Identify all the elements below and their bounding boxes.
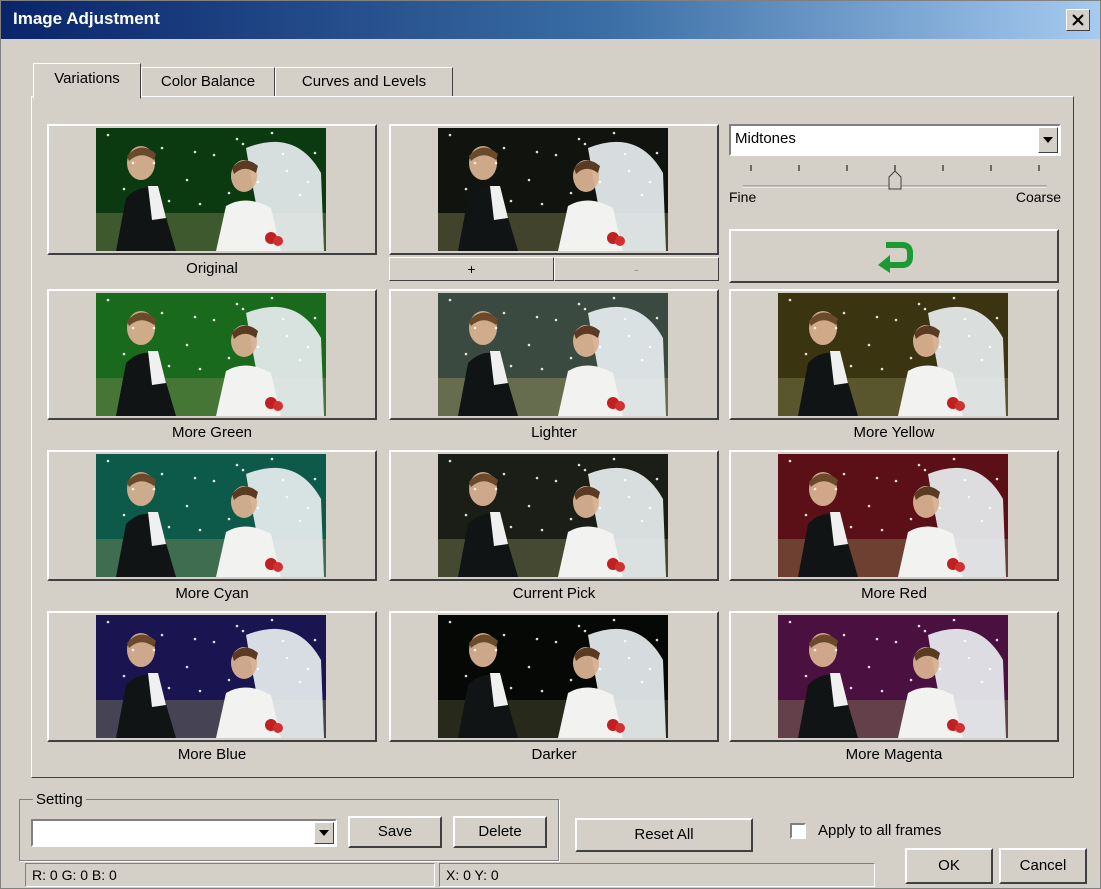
variation-more-red[interactable]: More Red [729, 450, 1059, 608]
fine-coarse-slider[interactable]: Fine Coarse [729, 159, 1061, 207]
tone-select[interactable]: Midtones [729, 124, 1061, 156]
apply-all-checkbox[interactable] [790, 823, 806, 839]
thumbnail-button[interactable] [47, 611, 377, 742]
save-button[interactable]: Save [348, 816, 442, 848]
variation-current-pick[interactable]: Current Pick [389, 450, 719, 608]
tab-label: Color Balance [160, 73, 256, 90]
thumbnail-button[interactable] [729, 611, 1059, 742]
variation-darker[interactable]: Darker [389, 611, 719, 769]
thumbnail-button[interactable] [389, 611, 719, 742]
reset-all-button[interactable]: Reset All [575, 818, 753, 852]
close-button[interactable] [1066, 9, 1090, 31]
thumbnail-button[interactable] [729, 289, 1059, 420]
delete-button[interactable]: Delete [453, 816, 547, 848]
variation-label: More Green [171, 424, 253, 441]
variation-label: Current Pick [512, 585, 596, 602]
variation-label: More Yellow [853, 424, 935, 441]
variations-panel: Original + - Midtones Fine Coarse More G… [31, 96, 1074, 778]
slider-min-label: Fine [729, 189, 757, 205]
minus-button[interactable]: - [554, 257, 719, 281]
thumbnail-image [778, 293, 1008, 416]
variation-label: More Blue [177, 746, 247, 763]
thumbnail-image [96, 454, 326, 577]
thumbnail-image [438, 293, 668, 416]
chevron-down-icon [1043, 137, 1053, 143]
variation-more-cyan[interactable]: More Cyan [47, 450, 377, 608]
thumbnail-image [778, 615, 1008, 738]
variation-lighter[interactable]: Lighter [389, 289, 719, 447]
status-xy: X: 0 Y: 0 [439, 863, 875, 887]
variation-more-yellow[interactable]: More Yellow [729, 289, 1059, 447]
window-title: Image Adjustment [13, 9, 160, 28]
tab-variations[interactable]: Variations [33, 63, 141, 99]
undo-arrow-icon [878, 242, 913, 273]
dropdown-button[interactable] [314, 822, 334, 844]
cancel-button[interactable]: Cancel [999, 848, 1087, 884]
tone-select-value: Midtones [735, 130, 796, 147]
variation-label: Darker [531, 746, 577, 763]
thumbnail-button[interactable] [389, 124, 719, 255]
variation-label: Lighter [531, 424, 577, 441]
variation-more-green[interactable]: More Green [47, 289, 377, 447]
slider-thumb [888, 170, 902, 190]
image-adjustment-dialog: Image Adjustment Variations Color Balanc… [0, 0, 1101, 889]
tab-curves-and-levels[interactable]: Curves and Levels [275, 67, 453, 97]
dropdown-button[interactable] [1038, 127, 1058, 153]
variation-label: More Magenta [845, 746, 943, 763]
thumbnail-button[interactable] [47, 124, 377, 255]
thumbnail-button[interactable] [389, 450, 719, 581]
plus-button[interactable]: + [389, 257, 554, 281]
thumbnail-button[interactable] [47, 450, 377, 581]
thumbnail-image [96, 293, 326, 416]
thumbnail-image [96, 128, 326, 251]
title-bar[interactable]: Image Adjustment [1, 1, 1100, 39]
apply-all-label: Apply to all frames [818, 822, 942, 839]
thumbnail-image [96, 615, 326, 738]
variation-original[interactable]: Original [47, 124, 377, 284]
undo-button[interactable] [729, 229, 1059, 283]
setting-label: Setting [33, 791, 86, 808]
chevron-down-icon [319, 830, 329, 836]
thumbnail-image [438, 128, 668, 251]
variation-more-magenta[interactable]: More Magenta [729, 611, 1059, 769]
setting-select[interactable] [31, 819, 337, 847]
tab-label: Variations [54, 70, 120, 87]
variation-label: More Red [861, 585, 927, 602]
thumbnail-image [438, 454, 668, 577]
status-rgb: R: 0 G: 0 B: 0 [25, 863, 435, 887]
close-icon [1072, 14, 1084, 26]
thumbnail-image [438, 615, 668, 738]
ok-button[interactable]: OK [905, 848, 993, 884]
slider-max-label: Coarse [1015, 189, 1061, 205]
slider-track [743, 165, 1047, 190]
tab-color-balance[interactable]: Color Balance [141, 67, 275, 97]
tab-label: Curves and Levels [301, 73, 427, 90]
thumbnail-image [778, 454, 1008, 577]
thumbnail-button[interactable] [389, 289, 719, 420]
variation-label: Original [186, 260, 238, 277]
thumbnail-button[interactable] [729, 450, 1059, 581]
thumbnail-button[interactable] [47, 289, 377, 420]
variation-label: More Cyan [175, 585, 249, 602]
variation-more-blue[interactable]: More Blue [47, 611, 377, 769]
variation-preview[interactable] [389, 124, 719, 255]
plus-minus-buttons: + - [389, 257, 719, 281]
